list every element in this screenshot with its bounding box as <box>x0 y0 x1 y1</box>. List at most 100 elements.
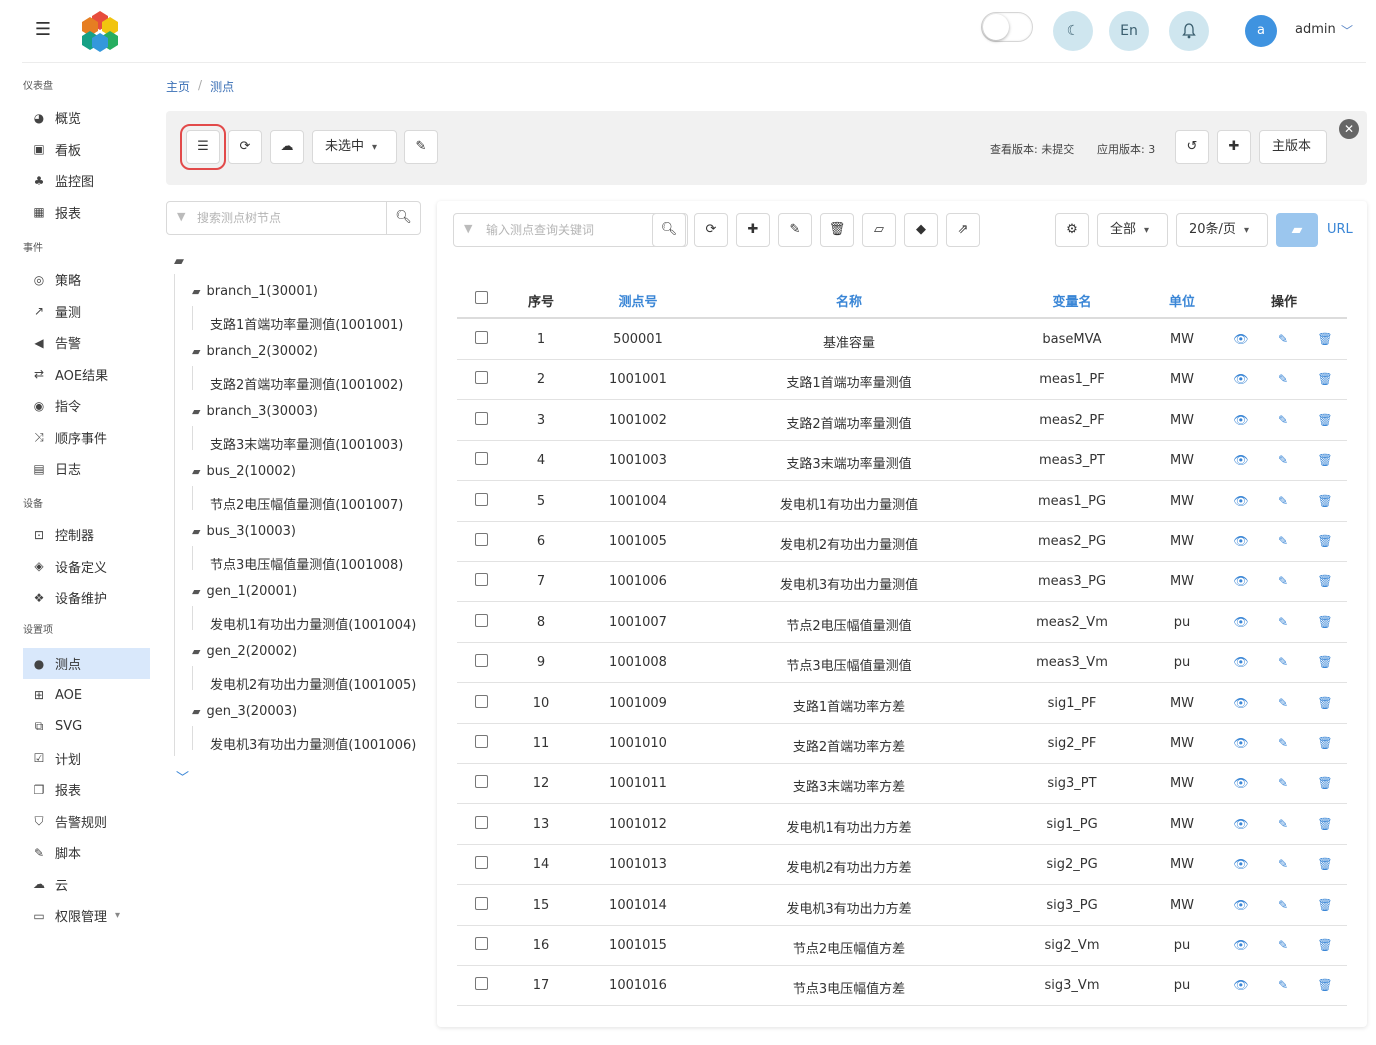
sidebar-item[interactable]: ◈ 设备定义 <box>23 551 150 582</box>
tree-leaf[interactable]: 发电机1有功出力量测值(1001004) <box>210 614 416 633</box>
trash-icon[interactable]: 🗑︎ <box>1317 494 1333 508</box>
refresh-button[interactable]: ⟳ <box>694 213 728 247</box>
tree-node[interactable]: ▰ bus_3(10003) <box>192 524 296 539</box>
sidebar-item[interactable]: ▭ 权限管理 ▾ <box>23 900 150 931</box>
edit-icon[interactable]: ✎ <box>1275 494 1291 508</box>
tree-search-button[interactable]: 🔍︎ <box>386 202 420 234</box>
trash-icon[interactable]: 🗑︎ <box>1317 332 1333 346</box>
eye-icon[interactable]: 👁︎ <box>1233 615 1249 629</box>
eye-icon[interactable]: 👁︎ <box>1233 736 1249 750</box>
page-size-dropdown[interactable]: 20条/页 ▾ <box>1176 213 1268 247</box>
edit-icon[interactable]: ✎ <box>1275 857 1291 871</box>
sidebar-item[interactable]: ▦ 报表 <box>23 197 150 228</box>
sidebar-item[interactable]: ⛉ 告警规则 <box>23 806 150 837</box>
external-link-button[interactable]: ⇗ <box>946 213 980 247</box>
edit-icon[interactable]: ✎ <box>1275 655 1291 669</box>
tags-button[interactable]: ◆ <box>904 213 938 247</box>
edit-icon[interactable]: ✎ <box>1275 817 1291 831</box>
eye-icon[interactable]: 👁︎ <box>1233 696 1249 710</box>
trash-icon[interactable]: 🗑︎ <box>1317 817 1333 831</box>
sidebar-item[interactable]: ◉ 指令 <box>23 390 150 421</box>
settings-button[interactable]: ⚙ <box>1055 213 1089 247</box>
eraser-button[interactable]: ▱ <box>862 213 896 247</box>
trash-icon[interactable]: 🗑︎ <box>1317 453 1333 467</box>
eye-icon[interactable]: 👁︎ <box>1233 494 1249 508</box>
edit-icon[interactable]: ✎ <box>1275 978 1291 992</box>
table-search-button[interactable]: 🔍︎ <box>652 213 686 247</box>
open-folder-button[interactable]: ▰ <box>1276 213 1318 247</box>
row-checkbox[interactable] <box>475 856 488 870</box>
sidebar-item[interactable]: ⤨ 顺序事件 <box>23 422 150 453</box>
row-checkbox[interactable] <box>475 815 488 829</box>
eye-icon[interactable]: 👁︎ <box>1233 978 1249 992</box>
row-checkbox[interactable] <box>475 937 488 950</box>
sidebar-item[interactable]: ⇄ AOE结果 <box>23 359 150 390</box>
sidebar-item[interactable]: ▣ 看板 <box>23 134 150 165</box>
tree-leaf[interactable]: 支路1首端功率量测值(1001001) <box>210 314 403 333</box>
select-all-checkbox[interactable] <box>475 291 488 304</box>
row-checkbox[interactable] <box>475 977 488 991</box>
dark-mode-button[interactable]: ☾ <box>1053 11 1093 51</box>
table-search-input[interactable] <box>486 214 646 246</box>
sidebar-item[interactable]: ☑ 计划 <box>23 743 150 774</box>
sidebar-item[interactable]: ❖ 设备维护 <box>23 582 150 613</box>
avatar[interactable]: a <box>1245 15 1277 47</box>
edit-icon[interactable]: ✎ <box>1275 372 1291 386</box>
row-checkbox[interactable] <box>475 492 488 506</box>
sidebar-item[interactable]: ▤ 日志 <box>23 453 150 484</box>
plug-button[interactable]: ✎ <box>404 130 438 164</box>
tree-leaf[interactable]: 节点2电压幅值量测值(1001007) <box>210 494 403 513</box>
folder-open-icon[interactable]: ▰ <box>174 254 184 269</box>
eye-icon[interactable]: 👁︎ <box>1233 372 1249 386</box>
trash-icon[interactable]: 🗑︎ <box>1317 736 1333 750</box>
row-checkbox[interactable] <box>475 411 488 425</box>
eye-icon[interactable]: 👁︎ <box>1233 776 1249 790</box>
header-name[interactable]: 名称 <box>749 291 949 310</box>
notifications-button[interactable] <box>1169 11 1209 51</box>
sync-button[interactable]: ⟳ <box>228 130 262 164</box>
tree-leaf[interactable]: 支路3末端功率量测值(1001003) <box>210 434 403 453</box>
url-link[interactable]: URL <box>1327 222 1353 237</box>
eye-icon[interactable]: 👁︎ <box>1233 453 1249 467</box>
tree-search-input[interactable] <box>197 202 377 234</box>
eye-icon[interactable]: 👁︎ <box>1233 817 1249 831</box>
breadcrumb-home[interactable]: 主页 <box>166 78 190 95</box>
chevron-down-icon[interactable]: ﹀ <box>176 767 189 786</box>
eye-icon[interactable]: 👁︎ <box>1233 574 1249 588</box>
edit-icon[interactable]: ✎ <box>1275 776 1291 790</box>
eye-icon[interactable]: 👁︎ <box>1233 898 1249 912</box>
sidebar-item[interactable]: ❐ 报表 <box>23 774 150 805</box>
eye-icon[interactable]: 👁︎ <box>1233 332 1249 346</box>
sidebar-item[interactable]: ♣ 监控图 <box>23 165 150 196</box>
eye-icon[interactable]: 👁︎ <box>1233 413 1249 427</box>
row-checkbox[interactable] <box>475 694 488 708</box>
trash-icon[interactable]: 🗑︎ <box>1317 372 1333 386</box>
trash-icon[interactable]: 🗑︎ <box>1317 574 1333 588</box>
sidebar-item[interactable]: ◕ 概览 <box>23 102 150 133</box>
sidebar-item[interactable]: ✎ 脚本 <box>23 837 150 868</box>
tree-node[interactable]: ▰ gen_1(20001) <box>192 584 297 599</box>
tree-node[interactable]: ▰ branch_3(30003) <box>192 404 318 419</box>
edit-icon[interactable]: ✎ <box>1275 615 1291 629</box>
breadcrumb-current[interactable]: 测点 <box>210 78 234 95</box>
theme-switch[interactable] <box>981 12 1033 42</box>
chevron-down-icon[interactable]: ﹀ <box>1341 22 1353 39</box>
tree-node[interactable]: ▰ branch_2(30002) <box>192 344 318 359</box>
trash-icon[interactable]: 🗑︎ <box>1317 534 1333 548</box>
trash-icon[interactable]: 🗑︎ <box>1317 898 1333 912</box>
row-checkbox[interactable] <box>475 533 488 546</box>
row-checkbox[interactable] <box>475 452 488 466</box>
edit-icon[interactable]: ✎ <box>1275 332 1291 346</box>
sidebar-item[interactable]: ↗ 量测 <box>23 296 150 327</box>
tree-leaf[interactable]: 节点3电压幅值量测值(1001008) <box>210 554 403 573</box>
sidebar-item[interactable]: ● 测点 <box>23 648 150 679</box>
header-unit[interactable]: 单位 <box>1152 291 1212 310</box>
trash-icon[interactable]: 🗑︎ <box>1317 696 1333 710</box>
cloud-upload-button[interactable]: ☁ <box>270 130 304 164</box>
sidebar-item[interactable]: ☁ 云 <box>23 869 150 900</box>
header-id[interactable]: 测点号 <box>598 291 678 310</box>
trash-icon[interactable]: 🗑︎ <box>1317 938 1333 952</box>
eye-icon[interactable]: 👁︎ <box>1233 857 1249 871</box>
close-icon[interactable]: ✕ <box>1339 119 1359 139</box>
row-checkbox[interactable] <box>475 613 488 627</box>
